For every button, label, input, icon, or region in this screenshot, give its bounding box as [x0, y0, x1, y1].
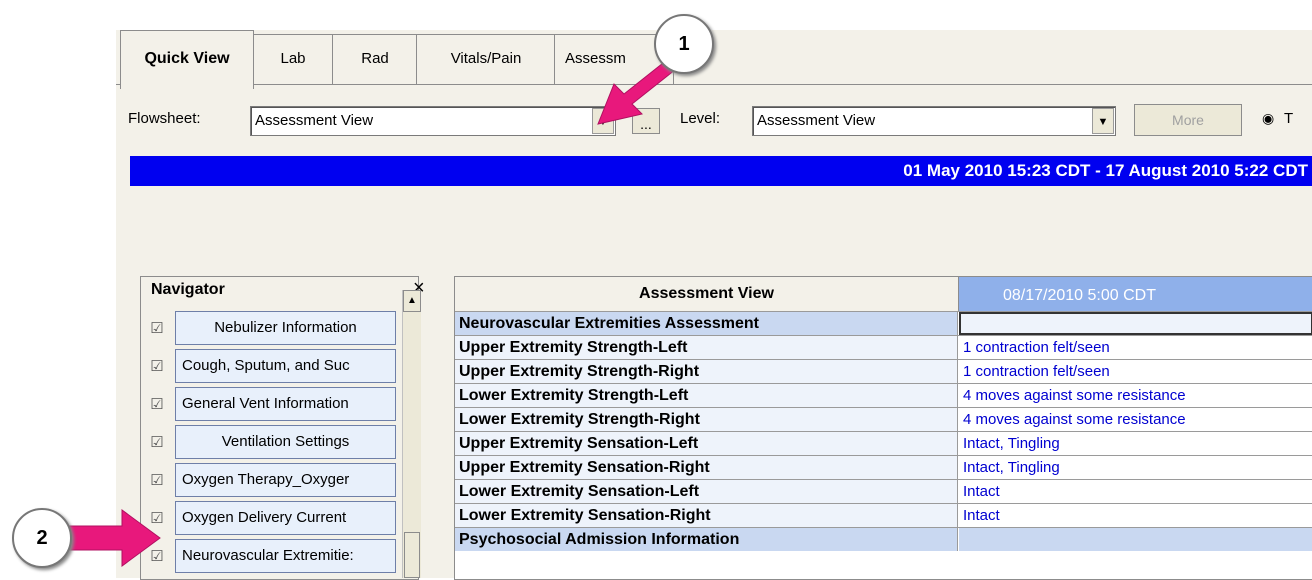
row-label: Upper Extremity Strength-Right [455, 360, 958, 383]
grid-column-header[interactable]: 08/17/2010 5:00 CDT [959, 277, 1312, 311]
checkbox-icon[interactable]: ☑ [145, 357, 169, 381]
flowsheet-value: Assessment View [255, 112, 374, 129]
row-label: Psychosocial Admission Information [455, 528, 958, 551]
level-select[interactable]: Assessment View ▼ [752, 106, 1116, 136]
scroll-up-icon[interactable]: ▲ [403, 290, 421, 312]
navigator-item-button[interactable]: Oxygen Delivery Current [175, 501, 396, 535]
table-row[interactable]: Neurovascular Extremities Assessment [455, 311, 1312, 335]
table-row[interactable]: Upper Extremity Sensation-Right Intact, … [455, 455, 1312, 479]
row-label: Upper Extremity Sensation-Right [455, 456, 958, 479]
more-button[interactable]: More [1134, 104, 1242, 136]
row-label: Lower Extremity Sensation-Left [455, 480, 958, 503]
radio-icon[interactable]: ◉ [1262, 110, 1274, 127]
table-row[interactable]: Lower Extremity Strength-Left 4 moves ag… [455, 383, 1312, 407]
radio-label: T [1284, 110, 1294, 127]
table-row[interactable]: Lower Extremity Strength-Right 4 moves a… [455, 407, 1312, 431]
tab-rad[interactable]: Rad [332, 34, 418, 85]
navigator-item-button[interactable]: Nebulizer Information [175, 311, 396, 345]
navigator-item[interactable]: ☑ Oxygen Therapy_Oxyger [141, 461, 396, 499]
date-range-bar: 01 May 2010 15:23 CDT - 17 August 2010 5… [130, 156, 1312, 186]
navigator-item-button[interactable]: Neurovascular Extremitie: [175, 539, 396, 573]
arrow-2-icon [66, 509, 161, 567]
navigator-panel: Navigator × ☑ Nebulizer Information ☑ Co… [140, 276, 425, 580]
scrollbar-thumb[interactable] [404, 532, 420, 578]
navigator-item-button[interactable]: Ventilation Settings [175, 425, 396, 459]
callout-1: 1 [654, 14, 714, 74]
row-value[interactable]: 1 contraction felt/seen [959, 336, 1312, 359]
tab-quick-view[interactable]: Quick View [120, 30, 254, 89]
tab-vitals-pain[interactable]: Vitals/Pain [416, 34, 556, 85]
navigator-item-button[interactable]: General Vent Information [175, 387, 396, 421]
table-row[interactable]: Upper Extremity Strength-Right 1 contrac… [455, 359, 1312, 383]
table-row[interactable]: Lower Extremity Sensation-Left Intact [455, 479, 1312, 503]
table-row[interactable]: Lower Extremity Sensation-Right Intact [455, 503, 1312, 527]
table-row[interactable]: Upper Extremity Strength-Left 1 contract… [455, 335, 1312, 359]
row-label: Neurovascular Extremities Assessment [455, 312, 958, 335]
table-row[interactable]: Upper Extremity Sensation-Left Intact, T… [455, 431, 1312, 455]
row-value[interactable]: Intact [959, 480, 1312, 503]
row-value[interactable]: 4 moves against some resistance [959, 408, 1312, 431]
navigator-item[interactable]: ☑ Ventilation Settings [141, 423, 396, 461]
row-value[interactable] [959, 312, 1312, 335]
row-label: Lower Extremity Strength-Right [455, 408, 958, 431]
flowsheet-label: Flowsheet: [128, 110, 201, 127]
flowsheet-window: Quick View Lab Rad Vitals/Pain Assessm F… [116, 30, 1312, 580]
row-label: Lower Extremity Strength-Left [455, 384, 958, 407]
navigator-item[interactable]: ☑ General Vent Information [141, 385, 396, 423]
navigator-scrollbar[interactable]: ▲ [402, 290, 421, 578]
navigator-item[interactable]: ☑ Oxygen Delivery Current [141, 499, 396, 537]
tab-bar: Quick View Lab Rad Vitals/Pain Assessm [116, 30, 1312, 90]
navigator-title: Navigator [151, 281, 225, 298]
row-value[interactable]: Intact, Tingling [959, 456, 1312, 479]
assessment-grid: Assessment View 08/17/2010 5:00 CDT Neur… [454, 276, 1312, 580]
grid-header-label: Assessment View [455, 277, 959, 311]
row-label: Upper Extremity Strength-Left [455, 336, 958, 359]
row-label: Lower Extremity Sensation-Right [455, 504, 958, 527]
chevron-down-icon[interactable]: ▼ [1092, 108, 1114, 134]
row-label: Upper Extremity Sensation-Left [455, 432, 958, 455]
callout-2: 2 [12, 508, 72, 568]
row-value[interactable]: Intact [959, 504, 1312, 527]
navigator-item[interactable]: ☑ Neurovascular Extremitie: [141, 537, 396, 575]
row-value[interactable]: 1 contraction felt/seen [959, 360, 1312, 383]
checkbox-icon[interactable]: ☑ [145, 395, 169, 419]
table-row[interactable]: Psychosocial Admission Information [455, 527, 1312, 551]
tab-lab[interactable]: Lab [252, 34, 334, 85]
navigator-item-button[interactable]: Oxygen Therapy_Oxyger [175, 463, 396, 497]
checkbox-icon[interactable]: ☑ [145, 471, 169, 495]
level-value: Assessment View [757, 112, 876, 129]
navigator-item[interactable]: ☑ Cough, Sputum, and Suc [141, 347, 396, 385]
tab-divider [116, 84, 1312, 85]
checkbox-icon[interactable]: ☑ [145, 433, 169, 457]
checkbox-icon[interactable]: ☑ [145, 319, 169, 343]
flowsheet-select[interactable]: Assessment View ▼ [250, 106, 616, 136]
navigator-item-button[interactable]: Cough, Sputum, and Suc [175, 349, 396, 383]
navigator-item[interactable]: ☑ Nebulizer Information [141, 309, 396, 347]
row-value[interactable]: 4 moves against some resistance [959, 384, 1312, 407]
row-value[interactable] [959, 528, 1312, 551]
row-value[interactable]: Intact, Tingling [959, 432, 1312, 455]
